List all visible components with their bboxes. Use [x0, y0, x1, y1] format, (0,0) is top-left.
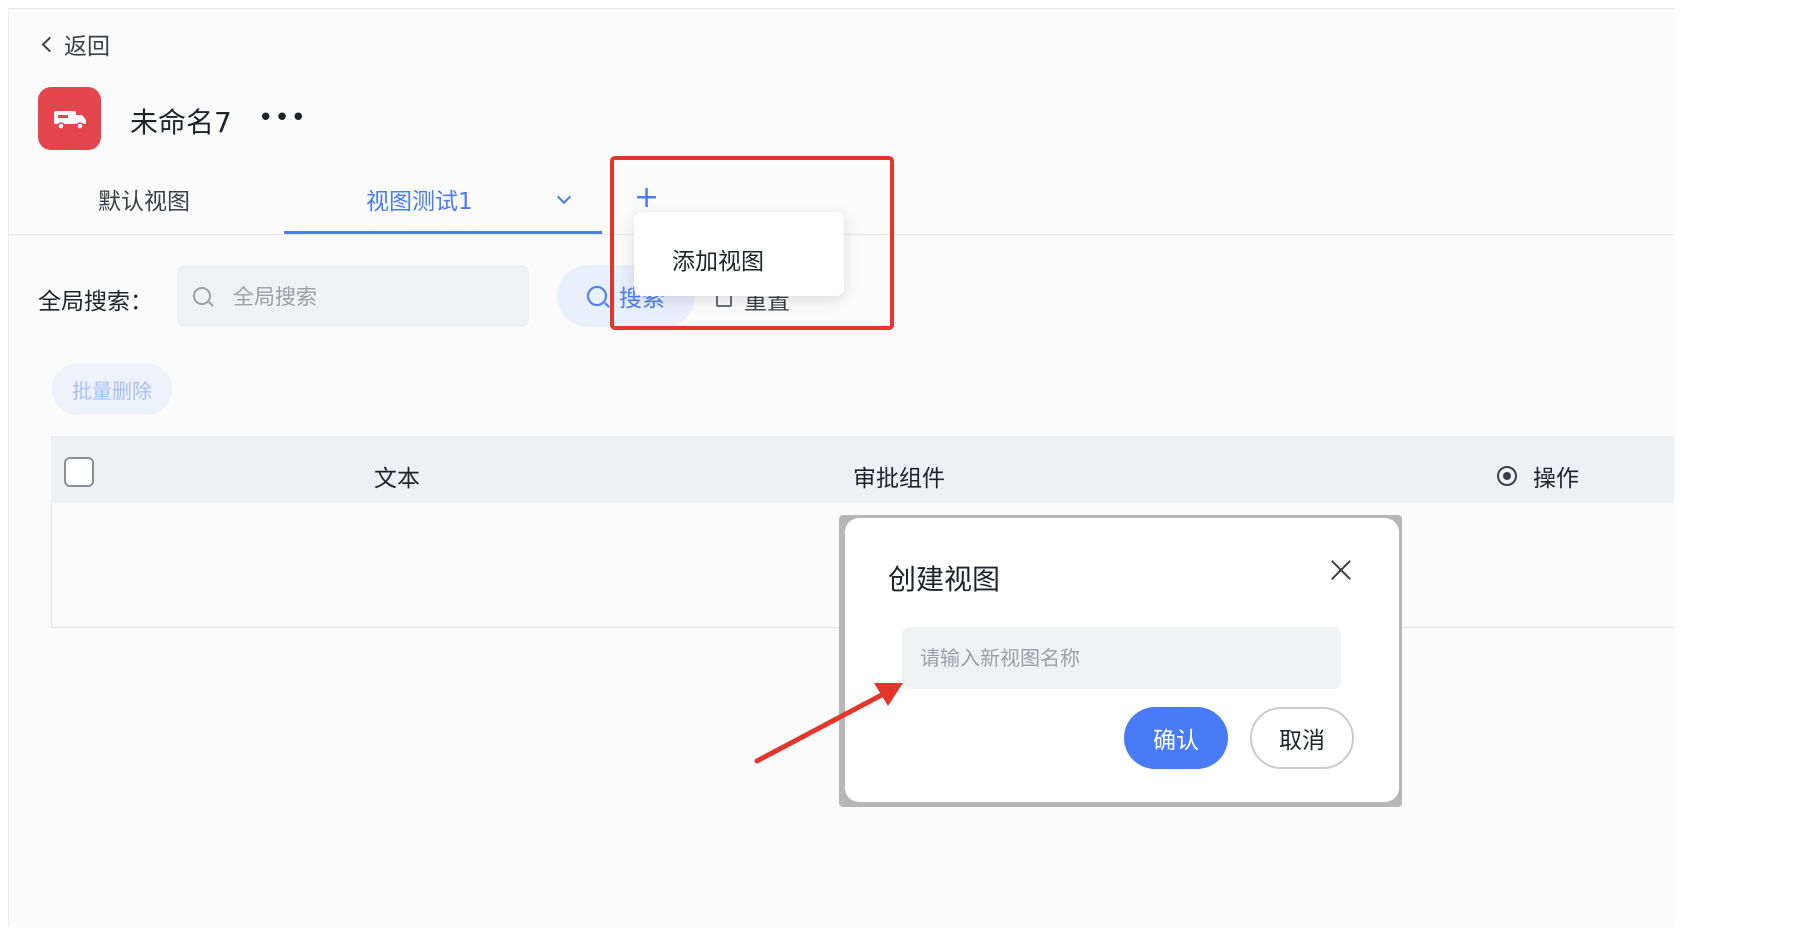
- more-options-button[interactable]: •••: [258, 103, 307, 133]
- app-icon: [38, 87, 101, 150]
- search-icon: [193, 287, 211, 305]
- select-all-checkbox[interactable]: [64, 457, 94, 487]
- global-search-input[interactable]: 全局搜索: [177, 265, 529, 327]
- settings-icon[interactable]: [1497, 466, 1517, 486]
- back-link[interactable]: 返回: [41, 27, 110, 61]
- search-icon: [587, 286, 607, 306]
- app-window: 返回 未命名7 ••• 默认视图 视图测试1 + 全局搜索： 全局搜索 搜索 重…: [0, 0, 1802, 940]
- chevron-left-icon: [41, 36, 58, 52]
- tab-default-view[interactable]: 默认视图: [98, 182, 190, 216]
- cancel-button[interactable]: 取消: [1250, 707, 1354, 769]
- annotation-highlight-box: [610, 156, 894, 330]
- app-title: 未命名7: [130, 106, 232, 139]
- dialog-title: 创建视图: [888, 563, 1001, 596]
- batch-delete-button[interactable]: 批量删除: [52, 363, 172, 415]
- search-label: 全局搜索：: [38, 289, 153, 315]
- column-header-approval: 审批组件: [853, 466, 945, 492]
- column-header-actions: 操作: [1497, 459, 1579, 493]
- view-name-input[interactable]: [902, 627, 1341, 689]
- close-icon[interactable]: [1328, 557, 1354, 583]
- column-header-text: 文本: [374, 466, 420, 492]
- tab-view-test-1[interactable]: 视图测试1: [366, 182, 473, 216]
- column-header-actions-label: 操作: [1533, 466, 1579, 492]
- truck-icon: [53, 110, 86, 130]
- confirm-button[interactable]: 确认: [1124, 707, 1228, 769]
- back-label: 返回: [64, 34, 110, 60]
- search-placeholder: 全局搜索: [233, 285, 317, 309]
